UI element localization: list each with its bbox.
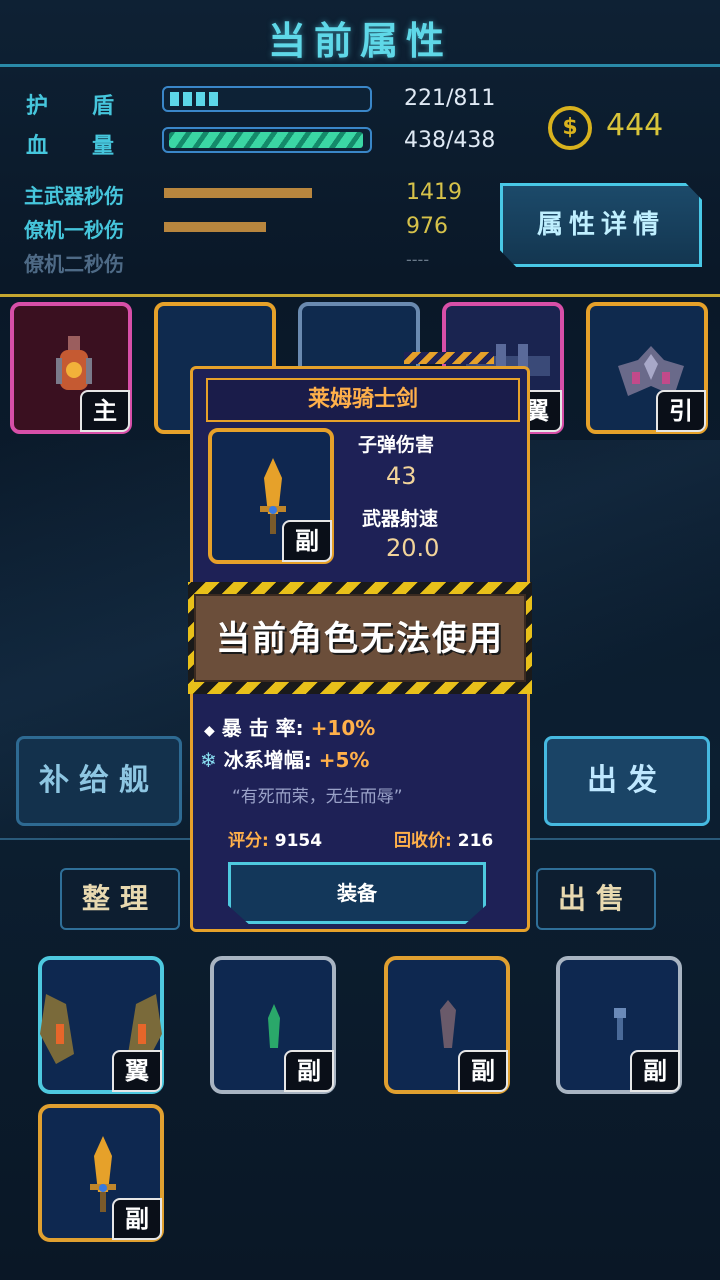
hp-bar-fill — [169, 132, 363, 148]
hp-label: 血 量 — [26, 134, 115, 159]
dps-bar-main — [164, 188, 312, 198]
dps-value-main: 1419 — [406, 180, 462, 205]
title-underline — [0, 64, 720, 67]
dps-bar-wing1 — [164, 222, 266, 232]
inventory-item[interactable]: 副 — [556, 956, 682, 1094]
dark-weapon-icon — [440, 1000, 456, 1048]
slot-tag: 主 — [80, 390, 130, 432]
depart-button[interactable]: 出发 — [544, 736, 710, 826]
equip-slot-main[interactable]: 主 — [10, 302, 132, 434]
popup-top-stripe — [404, 352, 494, 364]
equip-button[interactable]: 装备 — [228, 862, 486, 924]
dps-label-wing2: 僚机二秒伤 — [24, 252, 124, 276]
ice-boost-row: ❄ 冰系增幅: +5% — [200, 744, 369, 773]
crit-rate-label: 暴 击 率: — [221, 716, 304, 740]
shield-label: 护 盾 — [26, 94, 115, 119]
slot-tag: 翼 — [112, 1050, 162, 1092]
bullet-damage-value: 43 — [386, 462, 417, 490]
cannot-use-warning: 当前角色无法使用 — [194, 594, 526, 682]
shield-value: 221/811 — [404, 86, 496, 111]
snowflake-icon: ❄ — [200, 748, 217, 772]
section-divider — [0, 294, 720, 297]
hp-bar — [162, 127, 372, 153]
coin-count: 444 — [606, 108, 664, 143]
item-quote: “有死而荣，无生而辱” — [232, 787, 403, 807]
slot-tag: 副 — [112, 1198, 162, 1240]
slot-tag: 引 — [656, 390, 706, 432]
inventory-item-selected[interactable]: 副 — [38, 1104, 164, 1242]
ice-boost-label: 冰系增幅: — [223, 748, 312, 772]
coin-icon: $ — [548, 106, 592, 150]
fire-rate-value: 20.0 — [386, 534, 440, 562]
score-row: 评分: 9154 — [228, 826, 322, 851]
recycle-value: 216 — [457, 831, 494, 851]
slot-tag: 副 — [458, 1050, 508, 1092]
recycle-row: 回收价: 216 — [394, 826, 493, 851]
inventory-item[interactable]: 副 — [384, 956, 510, 1094]
inventory-item[interactable]: 翼 — [38, 956, 164, 1094]
ice-boost-value: +5% — [318, 748, 370, 772]
dps-label-wing1: 僚机一秒伤 — [24, 218, 124, 242]
popup-item-name: 莱姆骑士剑 — [206, 378, 520, 422]
crit-rate-value: +10% — [310, 716, 376, 740]
equip-slot-engine[interactable]: 引 — [586, 302, 708, 434]
hp-value: 438/438 — [404, 128, 496, 153]
dps-value-wing2: ---- — [406, 250, 430, 269]
shield-bar — [162, 86, 372, 112]
crit-rate-row: ◆ 暴 击 率: +10% — [204, 712, 375, 741]
page-title: 当前属性 — [267, 19, 452, 63]
score-label: 评分: — [228, 831, 269, 851]
green-weapon-icon — [268, 1004, 280, 1048]
fire-rate-label: 武器射速 — [362, 508, 439, 530]
dps-value-wing1: 976 — [406, 214, 448, 239]
sell-button[interactable]: 出售 — [536, 868, 656, 930]
attribute-detail-button[interactable]: 属性详情 — [500, 183, 702, 267]
supply-ship-button[interactable]: 补给舰 — [16, 736, 182, 826]
slot-tag: 副 — [284, 1050, 334, 1092]
blue-weapon-icon — [614, 1008, 626, 1040]
recycle-label: 回收价: — [394, 831, 452, 851]
diamond-icon: ◆ — [204, 723, 215, 739]
score-value: 9154 — [274, 831, 323, 851]
shield-bar-fill — [170, 92, 222, 106]
sort-button[interactable]: 整理 — [60, 868, 180, 930]
popup-item-slot: 副 — [208, 428, 334, 564]
slot-tag: 副 — [282, 520, 332, 562]
inventory-item[interactable]: 副 — [210, 956, 336, 1094]
slot-tag: 副 — [630, 1050, 680, 1092]
dps-label-main: 主武器秒伤 — [24, 184, 124, 208]
bullet-damage-label: 子弹伤害 — [358, 434, 435, 456]
